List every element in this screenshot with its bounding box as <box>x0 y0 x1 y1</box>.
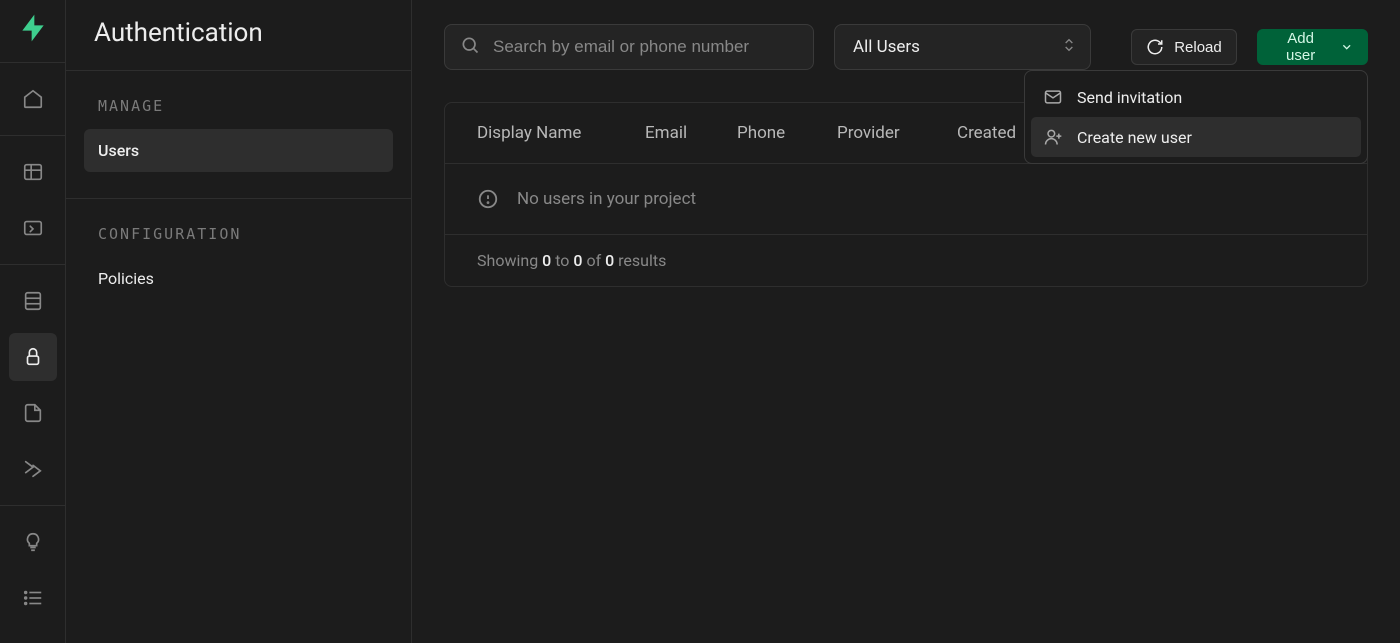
select-value: All Users <box>853 37 920 57</box>
footer-from: 0 <box>542 251 551 270</box>
dropdown-label: Create new user <box>1077 128 1192 147</box>
divider <box>0 505 65 506</box>
column-display-name: Display Name <box>477 123 645 143</box>
section-title: CONFIGURATION <box>84 225 393 257</box>
sidebar-item-users[interactable]: Users <box>84 129 393 172</box>
nav-sql-icon[interactable] <box>9 204 57 252</box>
add-user-dropdown: Send invitation Create new user <box>1024 70 1368 164</box>
user-filter-select[interactable]: All Users <box>834 24 1091 70</box>
column-provider: Provider <box>837 123 957 143</box>
empty-message: No users in your project <box>517 189 696 209</box>
nav-storage-icon[interactable] <box>9 389 57 437</box>
page-title: Authentication <box>66 0 411 70</box>
nav-table-icon[interactable] <box>9 148 57 196</box>
logo[interactable] <box>15 10 51 46</box>
icon-rail <box>0 0 66 643</box>
dropdown-item-send-invitation[interactable]: Send invitation <box>1031 77 1361 117</box>
empty-state: No users in your project <box>445 163 1367 234</box>
footer-to: 0 <box>573 251 582 270</box>
reload-button[interactable]: Reload <box>1131 29 1237 65</box>
sidebar: Authentication MANAGE Users CONFIGURATIO… <box>66 0 412 643</box>
footer-word: of <box>586 251 601 270</box>
footer-total: 0 <box>605 251 614 270</box>
user-plus-icon <box>1043 127 1063 147</box>
column-phone: Phone <box>737 123 837 143</box>
sidebar-section-configuration: CONFIGURATION Policies <box>66 199 411 326</box>
nav-functions-icon[interactable] <box>9 445 57 493</box>
divider <box>0 135 65 136</box>
nav-list-icon[interactable] <box>9 574 57 622</box>
search-icon <box>460 35 480 59</box>
footer-word: results <box>618 251 666 270</box>
column-email: Email <box>645 123 737 143</box>
nav-home-icon[interactable] <box>9 75 57 123</box>
sidebar-item-policies[interactable]: Policies <box>84 257 393 300</box>
dropdown-label: Send invitation <box>1077 88 1182 107</box>
search-input[interactable] <box>444 24 814 70</box>
table-footer: Showing 0 to 0 of 0 results <box>445 234 1367 286</box>
search-wrapper <box>444 24 814 70</box>
mail-icon <box>1043 87 1063 107</box>
section-title: MANAGE <box>84 97 393 129</box>
footer-word: to <box>555 251 569 270</box>
reload-icon <box>1146 38 1164 56</box>
alert-circle-icon <box>477 188 499 210</box>
divider <box>0 264 65 265</box>
dropdown-item-create-user[interactable]: Create new user <box>1031 117 1361 157</box>
footer-word: Showing <box>477 251 538 270</box>
chevron-up-down-icon <box>1061 37 1077 57</box>
nav-auth-icon[interactable] <box>9 333 57 381</box>
divider <box>0 62 65 63</box>
reload-label: Reload <box>1174 39 1222 56</box>
chevron-down-icon <box>1340 40 1353 54</box>
nav-database-icon[interactable] <box>9 277 57 325</box>
add-user-label: Add user <box>1272 30 1330 64</box>
toolbar: All Users Reload Add user <box>444 24 1368 70</box>
main-content: All Users Reload Add user Send invitatio… <box>412 0 1400 643</box>
add-user-button[interactable]: Add user <box>1257 29 1368 65</box>
sidebar-section-manage: MANAGE Users <box>66 71 411 198</box>
nav-lightbulb-icon[interactable] <box>9 518 57 566</box>
